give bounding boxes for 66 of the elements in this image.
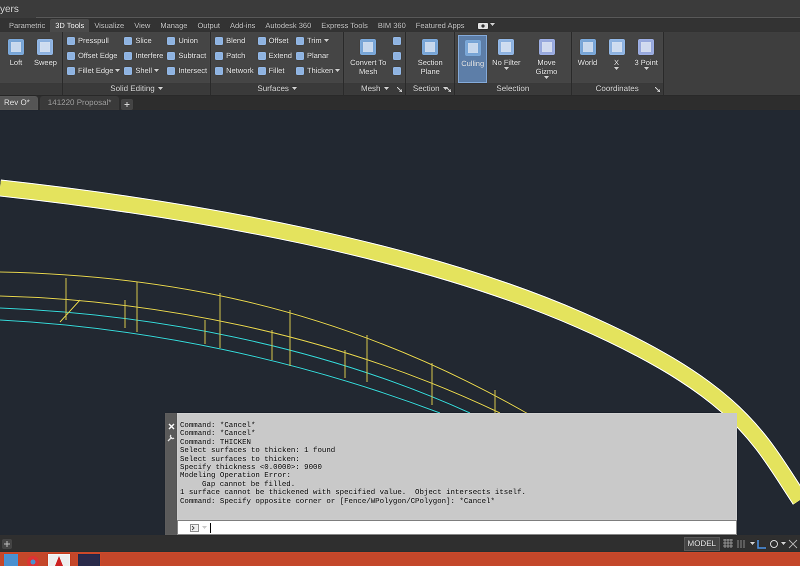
panel-title: Section xyxy=(412,83,440,95)
prompt-icon xyxy=(190,524,199,532)
tool-icon xyxy=(214,36,224,46)
tool-icon xyxy=(166,51,176,61)
caret-icon xyxy=(442,87,448,91)
model-button[interactable]: MODEL xyxy=(684,536,720,550)
tool-icon xyxy=(294,51,305,61)
triangle-app-icon[interactable] xyxy=(48,554,70,566)
caret-icon xyxy=(750,542,755,546)
caret-icon xyxy=(158,87,163,91)
tool-icon xyxy=(66,66,76,76)
caret-icon xyxy=(292,87,297,91)
caret-icon xyxy=(504,67,509,71)
tool-icon xyxy=(123,36,134,46)
tool-icon xyxy=(166,66,176,76)
caret-icon xyxy=(644,67,649,71)
tool-icon xyxy=(66,51,76,61)
caret-icon xyxy=(154,69,160,73)
panel-title: Selection xyxy=(496,83,530,95)
tool-icon xyxy=(294,66,305,76)
launcher-icon[interactable] xyxy=(397,87,402,92)
tool-icon xyxy=(256,51,267,61)
polar-icon[interactable] xyxy=(769,538,779,548)
tool-icon xyxy=(66,36,76,46)
caret-icon xyxy=(614,67,619,71)
tool-icon xyxy=(392,36,402,46)
panel-title: Coordinates xyxy=(596,83,639,95)
camera-icon[interactable] xyxy=(478,22,488,28)
document-tab[interactable]: 141220 Proposal* xyxy=(40,96,120,110)
launcher-icon[interactable] xyxy=(446,87,452,92)
tool-icon-button[interactable] xyxy=(392,50,402,62)
caret-icon xyxy=(335,69,340,73)
add-layout-icon[interactable] xyxy=(2,538,12,548)
tool-icon xyxy=(214,51,224,61)
grid-icon[interactable] xyxy=(722,538,734,549)
tool-icon xyxy=(123,51,134,61)
tool-icon xyxy=(5,36,27,58)
tool-icon xyxy=(256,66,267,76)
tool-icon-button[interactable] xyxy=(392,65,402,77)
caret-icon xyxy=(324,39,329,43)
caret-icon xyxy=(544,76,549,80)
isodraft-icon[interactable] xyxy=(788,538,798,548)
caret-icon xyxy=(781,542,786,546)
tool-icon-button[interactable] xyxy=(392,35,402,47)
tool-icon xyxy=(256,36,267,46)
tool-icon xyxy=(214,66,224,76)
tool-icon xyxy=(166,36,176,46)
tool-icon xyxy=(294,36,305,46)
launcher-icon[interactable] xyxy=(654,87,660,92)
caret-icon xyxy=(202,526,207,530)
ortho-icon[interactable] xyxy=(757,538,767,548)
panel-title: Surfaces xyxy=(257,83,289,95)
tool-icon xyxy=(123,66,134,76)
tool-icon xyxy=(392,66,402,76)
text-cursor-icon xyxy=(210,522,212,532)
command-input[interactable] xyxy=(177,520,737,535)
wrench-icon[interactable] xyxy=(167,434,175,442)
new-tab-icon[interactable] xyxy=(121,99,134,110)
close-icon[interactable] xyxy=(168,423,174,430)
caret-icon xyxy=(115,69,120,73)
panel-title: Mesh xyxy=(360,83,380,95)
panel-title: Solid Editing xyxy=(110,83,155,95)
tool-icon xyxy=(392,51,402,61)
caret-icon xyxy=(490,23,495,27)
caret-icon xyxy=(384,87,388,91)
document-tab[interactable]: Rev O* xyxy=(0,96,38,110)
